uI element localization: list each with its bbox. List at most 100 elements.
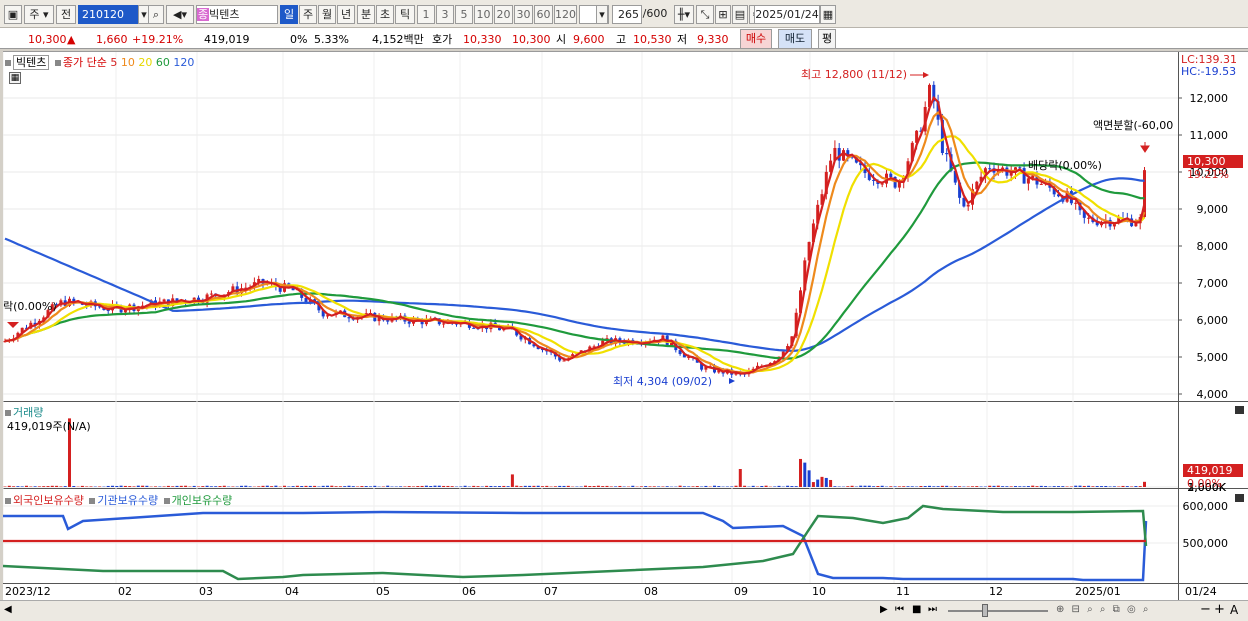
pane-close-icon[interactable] (1235, 494, 1244, 502)
volume-bar (588, 486, 592, 487)
x-axis-label: 2023/12 (5, 585, 51, 598)
volume-bar (773, 486, 777, 487)
legend-ma-label[interactable]: 종가 단순 (63, 56, 107, 69)
period-day-button[interactable]: 일 (280, 5, 298, 24)
interval-5-button[interactable]: 5 (455, 5, 473, 24)
legend-handle-icon[interactable] (89, 498, 96, 504)
volume-bar (919, 485, 923, 487)
chart-svg[interactable]: 12,00011,00010,0009,0008,0007,0006,0005,… (3, 52, 1248, 601)
count-input[interactable]: 265 (612, 5, 642, 24)
first-page-icon[interactable]: ⏮ (895, 604, 904, 615)
high-marker-arrow (923, 72, 929, 78)
volume-bar (25, 485, 28, 487)
interval-20-button[interactable]: 20 (494, 5, 513, 24)
interval-30-button[interactable]: 30 (514, 5, 533, 24)
zoom-slider-handle[interactable] (982, 604, 988, 617)
name-prefix-badge: 종 (197, 8, 210, 21)
volume-bar (334, 486, 338, 487)
bottom-scrollbar[interactable]: ◀ ▶ ⏮ ■ ⏭ ⊕ ⊟ ⌕ ⌕ ⧉ ◎ ⌕ − + A (0, 600, 1248, 621)
draw-tool-icon[interactable]: ⤡ (696, 5, 714, 24)
speaker-icon[interactable]: ◀▾ (166, 5, 194, 24)
volume-bar (992, 485, 996, 487)
calendar-icon[interactable]: ▦ (820, 5, 836, 24)
volume-bar (128, 486, 132, 487)
volume-bar (416, 486, 420, 487)
period-month-button[interactable]: 월 (318, 5, 336, 24)
volume-bar (794, 486, 798, 487)
legend-ma120: 120 (173, 56, 195, 69)
chart-area[interactable]: 12,000 11,000 10,000 9,000 8,000 7,000 6,000 5,… (3, 51, 1248, 601)
volume-bar (1138, 486, 1142, 487)
moving-average-layer (4, 72, 1150, 384)
interval-dropdown-icon[interactable]: ▾ (596, 5, 608, 24)
eval-button[interactable]: 평 (818, 29, 836, 49)
prev-button[interactable]: 전 (56, 5, 76, 24)
scroll-left-icon[interactable]: ◀ (4, 604, 12, 615)
legend-handle-icon[interactable] (5, 498, 11, 504)
last-page-icon[interactable]: ⏭ (928, 604, 937, 615)
interval-120-button[interactable]: 120 (554, 5, 577, 24)
legend-handle-icon[interactable] (163, 498, 170, 504)
stock-name-field[interactable]: 종빅텐츠 (196, 5, 278, 24)
scroll-right-icon[interactable]: ▶ (880, 604, 888, 615)
legend-handle-icon[interactable] (54, 60, 61, 66)
market-select[interactable]: 주 ▾ (24, 5, 54, 24)
volume-bar (562, 485, 566, 487)
volume-bar (1057, 486, 1060, 487)
foreign-holders-title[interactable]: 외국인보유수량 (13, 494, 84, 507)
volume-bar (764, 485, 768, 487)
save-icon[interactable]: ▤ (732, 5, 748, 24)
buy-button[interactable]: 매수 (740, 29, 772, 49)
legend-stock-name[interactable]: 빅텐츠 (13, 55, 50, 70)
legend-handle-icon[interactable] (5, 60, 11, 66)
volume-bar (42, 486, 46, 487)
stop-icon[interactable]: ■ (912, 604, 921, 615)
institution-holders-title[interactable]: 기관보유수량 (97, 494, 158, 507)
candle-type-icon[interactable]: ╫▾ (674, 5, 694, 24)
tool-icons[interactable]: ⊕ ⊟ ⌕ ⌕ ⧉ ◎ ⌕ (1056, 604, 1151, 615)
individual-holders-title[interactable]: 개인보유수량 (172, 494, 233, 507)
period-tick-button[interactable]: 틱 (395, 5, 415, 24)
interval-10-button[interactable]: 10 (474, 5, 493, 24)
sell-button[interactable]: 매도 (778, 29, 812, 49)
search-icon[interactable]: ⌕ (148, 5, 164, 24)
period-week-button[interactable]: 주 (299, 5, 317, 24)
volume-bar (412, 486, 415, 487)
volume-bar (734, 485, 738, 487)
volume-bar (257, 486, 261, 487)
zoom-out-icon[interactable]: − (1200, 602, 1211, 617)
font-size-icon[interactable]: A (1230, 603, 1238, 617)
period-minute-button[interactable]: 분 (357, 5, 375, 24)
volume-bar (85, 486, 89, 487)
interval-1-button[interactable]: 1 (417, 5, 435, 24)
date-input[interactable]: 2025/01/24 (754, 5, 820, 24)
volume-bar (33, 486, 37, 487)
zoom-slider[interactable] (948, 610, 1048, 612)
volume-bar (295, 485, 299, 487)
zero-pct-value: 0% (290, 33, 308, 46)
interval-60-button[interactable]: 60 (534, 5, 553, 24)
zoom-in-icon[interactable]: + (1214, 602, 1225, 617)
table-toggle-icon[interactable]: ▦ (9, 72, 21, 84)
price-change: 1,660 (96, 33, 128, 46)
volume-bar (820, 476, 824, 487)
period-second-button[interactable]: 초 (376, 5, 394, 24)
legend-handle-icon[interactable] (5, 410, 11, 416)
volume-bar (1061, 486, 1065, 487)
hc-label: HC:-19.53 (1181, 65, 1237, 78)
stock-code-input[interactable]: 210120 (78, 5, 138, 24)
pane-close-icon[interactable] (1235, 406, 1244, 414)
volume-bar (7, 485, 11, 487)
candle-body (442, 323, 446, 325)
window-icon[interactable]: ▣ (4, 5, 22, 24)
interval-3-button[interactable]: 3 (436, 5, 454, 24)
volume-bar (902, 486, 906, 487)
crosshair-icon[interactable]: ⊞ (715, 5, 731, 24)
volume-bar (799, 458, 802, 487)
period-year-button[interactable]: 년 (337, 5, 355, 24)
volume-bar (248, 486, 252, 487)
dividend-annotation: 배당락(0.00%) (1028, 159, 1102, 172)
volume-box: 419,019 (1183, 464, 1243, 477)
volume-bar (510, 474, 514, 487)
volume-bar (459, 486, 463, 487)
